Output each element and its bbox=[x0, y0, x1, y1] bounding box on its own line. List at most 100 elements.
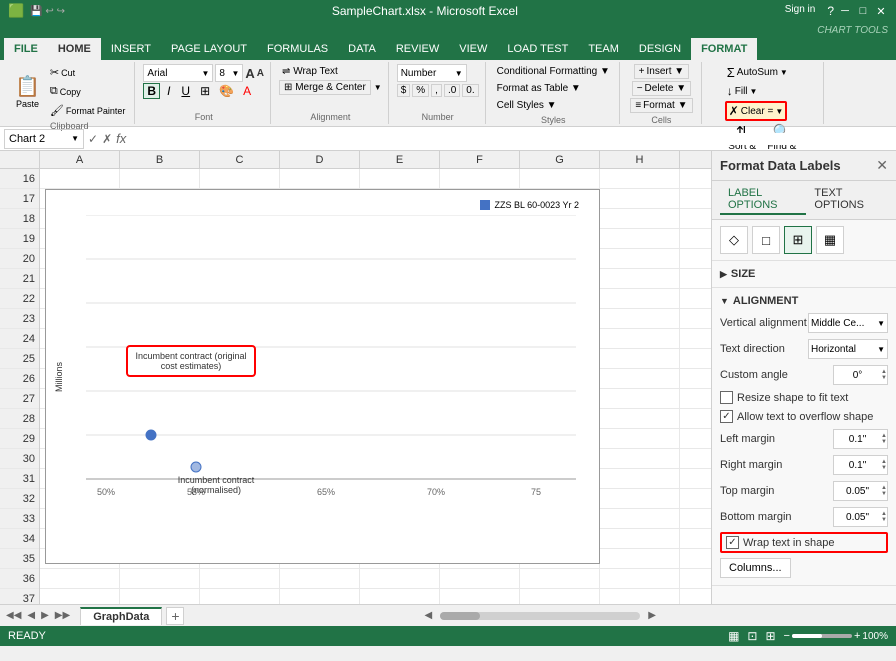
next-sheet-btn2[interactable]: ▶▶ bbox=[53, 610, 72, 621]
comma-btn[interactable]: , bbox=[431, 84, 442, 97]
top-margin-input[interactable]: 0.05" ▲ ▼ bbox=[833, 481, 888, 501]
cell[interactable] bbox=[600, 269, 680, 289]
col-header-c[interactable]: C bbox=[200, 151, 280, 168]
row-num-32[interactable]: 32 bbox=[0, 489, 39, 509]
cell[interactable] bbox=[680, 589, 711, 604]
row-num-35[interactable]: 35 bbox=[0, 549, 39, 569]
decrease-font-btn[interactable]: A bbox=[257, 68, 264, 79]
col-header-a[interactable]: A bbox=[40, 151, 120, 168]
vertical-alignment-dropdown[interactable]: Middle Ce... ▼ bbox=[808, 313, 888, 333]
spin-down-btn[interactable]: ▼ bbox=[881, 465, 887, 471]
tab-insert[interactable]: INSERT bbox=[101, 38, 161, 60]
view-normal-btn[interactable]: ▦ bbox=[728, 629, 739, 643]
alignment-section-header[interactable]: ▼ ALIGNMENT bbox=[720, 292, 888, 310]
next-sheet-btn[interactable]: ▶ bbox=[39, 610, 51, 621]
cell[interactable] bbox=[680, 209, 711, 229]
fill-btn[interactable]: ↓ Fill ▼ bbox=[725, 83, 760, 99]
cell[interactable] bbox=[680, 509, 711, 529]
data-label-1[interactable]: Incumbent contract (original cost estima… bbox=[126, 345, 256, 377]
cell[interactable] bbox=[440, 169, 520, 189]
cell[interactable] bbox=[680, 389, 711, 409]
number-format-dropdown[interactable]: Number ▼ bbox=[397, 64, 467, 82]
row-num-34[interactable]: 34 bbox=[0, 529, 39, 549]
border-icon-btn[interactable]: □ bbox=[752, 226, 780, 254]
spin-down-btn[interactable]: ▼ bbox=[881, 439, 887, 445]
row-num-20[interactable]: 20 bbox=[0, 249, 39, 269]
col-header-f[interactable]: F bbox=[440, 151, 520, 168]
sign-in-link[interactable]: Sign in bbox=[785, 4, 816, 18]
increase-decimal-btn[interactable]: .0 bbox=[444, 84, 460, 97]
tab-format[interactable]: FORMAT bbox=[691, 38, 757, 60]
cell[interactable] bbox=[120, 169, 200, 189]
view-layout-btn[interactable]: ⊡ bbox=[747, 629, 757, 643]
row-num-30[interactable]: 30 bbox=[0, 449, 39, 469]
cell[interactable] bbox=[680, 429, 711, 449]
cell[interactable] bbox=[600, 589, 680, 604]
tab-data[interactable]: DATA bbox=[338, 38, 386, 60]
cell[interactable] bbox=[680, 549, 711, 569]
select-all-btn[interactable] bbox=[0, 151, 40, 168]
sheet-tab-graphdata[interactable]: GraphData bbox=[80, 607, 162, 625]
cell[interactable] bbox=[600, 389, 680, 409]
row-num-23[interactable]: 23 bbox=[0, 309, 39, 329]
cell[interactable] bbox=[440, 569, 520, 589]
tab-design[interactable]: DESIGN bbox=[629, 38, 691, 60]
cell[interactable] bbox=[600, 309, 680, 329]
panel-close-btn[interactable]: ✕ bbox=[876, 157, 888, 174]
cell[interactable] bbox=[600, 449, 680, 469]
cell[interactable] bbox=[360, 169, 440, 189]
formula-accept-icon[interactable]: ✓ bbox=[88, 132, 98, 146]
cell[interactable] bbox=[360, 589, 440, 604]
font-size-dropdown[interactable]: 8 ▼ bbox=[215, 64, 243, 82]
tab-view[interactable]: VIEW bbox=[449, 38, 497, 60]
insert-cells-btn[interactable]: + Insert ▼ bbox=[634, 64, 690, 79]
row-num-18[interactable]: 18 bbox=[0, 209, 39, 229]
row-num-26[interactable]: 26 bbox=[0, 369, 39, 389]
cell[interactable] bbox=[200, 589, 280, 604]
cell[interactable] bbox=[600, 429, 680, 449]
cell[interactable] bbox=[600, 469, 680, 489]
tab-formulas[interactable]: FORMULAS bbox=[257, 38, 338, 60]
col-header-b[interactable]: B bbox=[120, 151, 200, 168]
allow-overflow-checkbox[interactable]: ✓ bbox=[720, 410, 733, 423]
custom-angle-input[interactable]: 0° ▲ ▼ bbox=[833, 365, 888, 385]
left-margin-input[interactable]: 0.1" ▲ ▼ bbox=[833, 429, 888, 449]
row-num-37[interactable]: 37 bbox=[0, 589, 39, 604]
fill-color-btn[interactable]: 🎨 bbox=[216, 83, 237, 99]
cell[interactable] bbox=[680, 269, 711, 289]
font-color-btn[interactable]: A bbox=[240, 83, 254, 99]
zoom-in-btn[interactable]: + bbox=[854, 630, 860, 642]
fill-icon-btn[interactable]: ◇ bbox=[720, 226, 748, 254]
bold-button[interactable]: B bbox=[143, 83, 160, 99]
cell[interactable] bbox=[680, 369, 711, 389]
formula-cancel-icon[interactable]: ✗ bbox=[102, 132, 112, 146]
cell[interactable] bbox=[680, 329, 711, 349]
increase-font-btn[interactable]: A bbox=[245, 66, 254, 81]
spin-down-btn[interactable]: ▼ bbox=[881, 491, 887, 497]
autosum-btn[interactable]: Σ AutoSum ▼ bbox=[725, 64, 790, 81]
row-num-16[interactable]: 16 bbox=[0, 169, 39, 189]
columns-button[interactable]: Columns... bbox=[720, 558, 791, 578]
horizontal-scrollbar[interactable] bbox=[440, 612, 640, 620]
col-header-i[interactable]: I bbox=[680, 151, 711, 168]
tab-file[interactable]: FILE bbox=[4, 38, 48, 60]
row-num-22[interactable]: 22 bbox=[0, 289, 39, 309]
row-num-31[interactable]: 31 bbox=[0, 469, 39, 489]
row-num-29[interactable]: 29 bbox=[0, 429, 39, 449]
spin-down-btn[interactable]: ▼ bbox=[881, 375, 887, 381]
cell[interactable] bbox=[680, 409, 711, 429]
cell[interactable] bbox=[600, 569, 680, 589]
col-header-g[interactable]: G bbox=[520, 151, 600, 168]
row-num-24[interactable]: 24 bbox=[0, 329, 39, 349]
format-painter-button[interactable]: 🖌 Format Painter bbox=[47, 102, 129, 119]
row-num-36[interactable]: 36 bbox=[0, 569, 39, 589]
cell[interactable] bbox=[600, 249, 680, 269]
cell[interactable] bbox=[40, 169, 120, 189]
cell-styles-btn[interactable]: Cell Styles ▼ bbox=[494, 98, 613, 113]
tab-label-options[interactable]: LABEL OPTIONS bbox=[720, 185, 806, 215]
cell[interactable] bbox=[520, 169, 600, 189]
cell[interactable] bbox=[600, 289, 680, 309]
cell[interactable] bbox=[600, 409, 680, 429]
row-num-28[interactable]: 28 bbox=[0, 409, 39, 429]
fx-icon[interactable]: fx bbox=[116, 131, 126, 146]
